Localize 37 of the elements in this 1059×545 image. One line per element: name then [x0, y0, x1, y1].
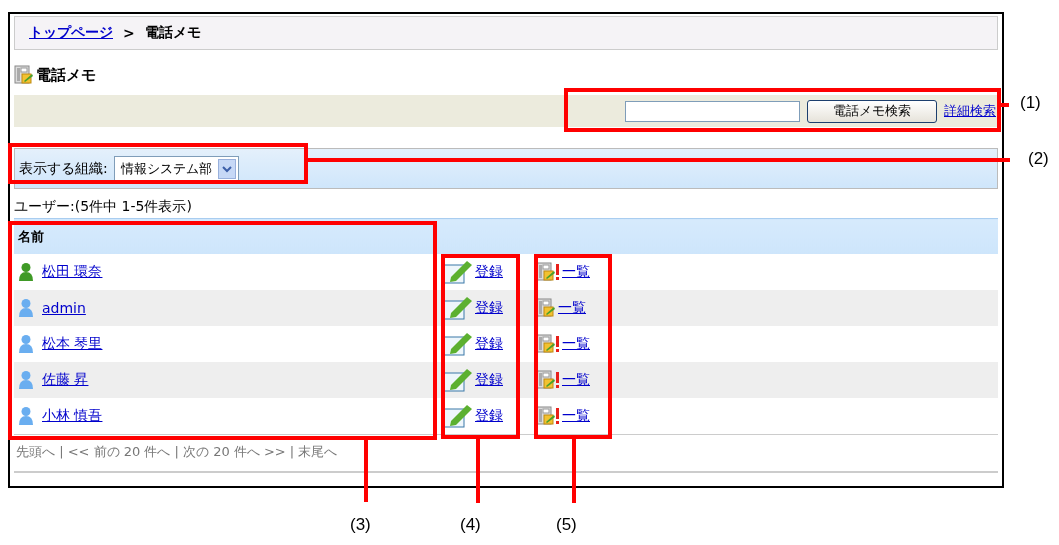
search-button[interactable]: 電話メモ検索	[807, 99, 937, 123]
page-title: 電話メモ	[36, 65, 96, 85]
user-name-link[interactable]: admin	[42, 300, 86, 316]
register-link[interactable]: 登録	[475, 263, 503, 279]
register-link[interactable]: 登録	[475, 335, 503, 351]
organization-label: 表示する組織:	[19, 159, 108, 178]
user-name-link[interactable]: 松田 環奈	[42, 263, 103, 281]
breadcrumb-link[interactable]: トップページ	[29, 24, 113, 42]
list-link[interactable]: 一覧	[562, 371, 590, 387]
list-link[interactable]: 一覧	[562, 407, 590, 423]
edit-pencil-icon	[443, 296, 473, 320]
user-name-link[interactable]: 小林 慎吾	[42, 407, 103, 425]
edit-pencil-icon	[443, 260, 473, 284]
organization-select[interactable]: 情報システム部	[113, 155, 239, 182]
user-name-link[interactable]: 佐藤 昇	[42, 371, 89, 389]
list-link[interactable]: 一覧	[562, 335, 590, 351]
edit-pencil-icon	[443, 368, 473, 392]
register-link[interactable]: 登録	[475, 371, 503, 387]
user-name-link[interactable]: 松本 琴里	[42, 335, 103, 353]
register-link[interactable]: 登録	[475, 299, 503, 315]
advanced-search-link[interactable]: 詳細検索	[944, 102, 996, 120]
list-link[interactable]: 一覧	[562, 263, 590, 279]
callout-label: (5)	[556, 515, 577, 535]
search-field[interactable]	[625, 100, 800, 122]
callout-label: (2)	[1028, 149, 1049, 169]
breadcrumb-current: 電話メモ	[144, 24, 201, 42]
callout-label: (3)	[350, 515, 371, 535]
list-link[interactable]: 一覧	[558, 299, 586, 315]
callout-label: (1)	[1020, 93, 1041, 113]
edit-pencil-icon	[443, 332, 473, 356]
phone-memo-icon	[14, 65, 34, 85]
breadcrumb-separator: >	[123, 25, 135, 41]
caret-icon	[217, 158, 236, 179]
result-summary: ユーザー:(5件中 1-5件表示)	[14, 197, 193, 216]
register-link[interactable]: 登録	[475, 407, 503, 423]
callout-label: (4)	[460, 515, 481, 535]
edit-pencil-icon	[443, 404, 473, 428]
